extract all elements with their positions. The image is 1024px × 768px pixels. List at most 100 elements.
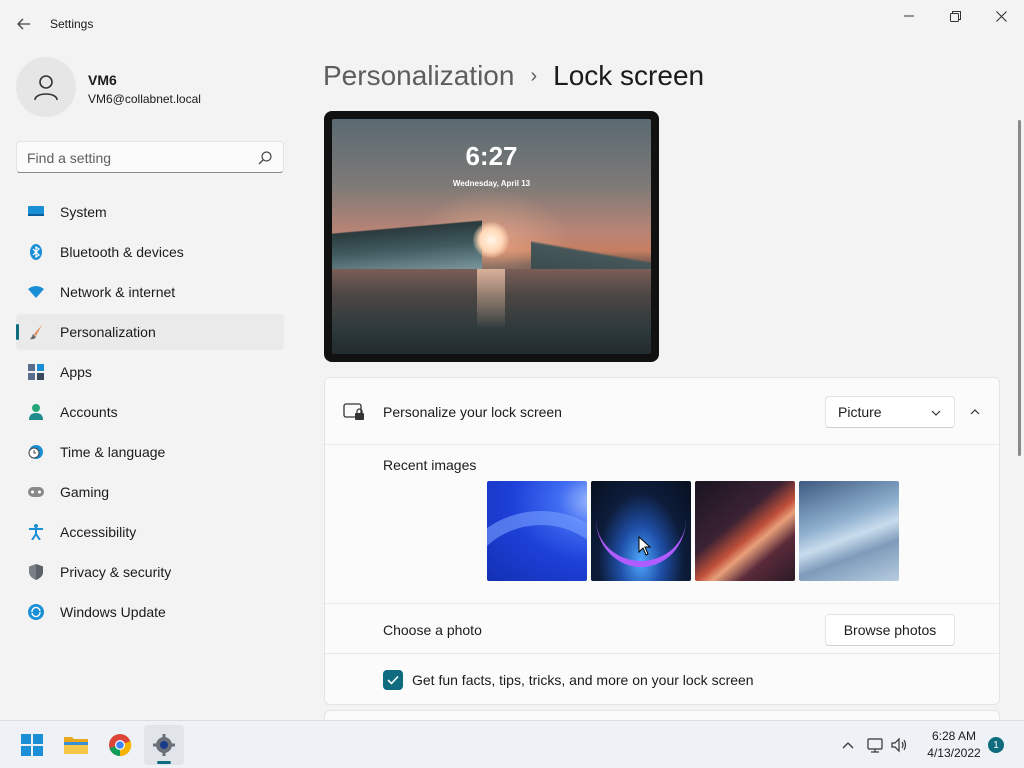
app-title: Settings bbox=[50, 17, 94, 31]
sun-image bbox=[473, 222, 509, 258]
taskbar: 6:28 AM 4/13/2022 1 bbox=[0, 720, 1024, 768]
sidebar-item-label: System bbox=[60, 204, 107, 220]
checkmark-icon bbox=[387, 675, 399, 685]
back-arrow-icon bbox=[17, 18, 30, 30]
chevron-down-icon bbox=[931, 410, 941, 416]
sidebar-item-gaming[interactable]: Gaming bbox=[16, 474, 284, 510]
bluetooth-icon bbox=[28, 244, 44, 260]
preview-date: Wednesday, April 13 bbox=[452, 179, 531, 188]
gamepad-icon bbox=[28, 484, 44, 500]
fun-facts-label[interactable]: Get fun facts, tips, tricks, and more on… bbox=[412, 672, 754, 688]
clock-time[interactable]: 6:28 AM bbox=[920, 729, 988, 743]
user-email: VM6@collabnet.local bbox=[88, 92, 201, 106]
restore-button[interactable] bbox=[932, 0, 978, 32]
breadcrumb-parent[interactable]: Personalization bbox=[323, 60, 514, 92]
shield-icon bbox=[28, 564, 44, 580]
lock-screen-type-dropdown[interactable]: Picture bbox=[825, 396, 955, 428]
user-icon bbox=[34, 75, 58, 101]
file-explorer-button[interactable] bbox=[56, 725, 96, 765]
sidebar-item-label: Windows Update bbox=[60, 604, 166, 620]
close-icon bbox=[995, 10, 1007, 22]
preview-image: 6:27 Wednesday, April 13 bbox=[332, 119, 651, 354]
sidebar-item-personalization[interactable]: Personalization bbox=[16, 314, 284, 350]
start-button[interactable] bbox=[12, 725, 52, 765]
sidebar-item-label: Personalization bbox=[60, 324, 156, 340]
user-name: VM6 bbox=[88, 72, 117, 88]
sidebar-item-time-language[interactable]: Time & language bbox=[16, 434, 284, 470]
recent-images-label: Recent images bbox=[383, 457, 477, 473]
person-icon bbox=[28, 404, 44, 420]
clock-globe-icon bbox=[28, 444, 44, 460]
notification-badge[interactable]: 1 bbox=[988, 737, 1004, 753]
network-icon[interactable] bbox=[866, 735, 886, 755]
update-icon bbox=[28, 604, 44, 620]
windows-logo-icon bbox=[21, 734, 43, 756]
choose-photo-row: Choose a photo Browse photos bbox=[325, 603, 999, 654]
close-button[interactable] bbox=[978, 0, 1024, 32]
minimize-button[interactable] bbox=[886, 0, 932, 32]
sidebar-item-accounts[interactable]: Accounts bbox=[16, 394, 284, 430]
sidebar-nav: System Bluetooth & devices Network & int… bbox=[16, 194, 284, 634]
minimize-icon bbox=[904, 15, 914, 17]
recent-image-4[interactable] bbox=[799, 481, 899, 581]
back-button[interactable] bbox=[12, 10, 36, 38]
personalize-lock-screen-row[interactable]: Personalize your lock screen Picture bbox=[325, 378, 999, 445]
sidebar-item-label: Apps bbox=[60, 364, 92, 380]
mouse-cursor-icon bbox=[638, 536, 652, 556]
sidebar-item-label: Network & internet bbox=[60, 284, 176, 300]
clock-date[interactable]: 4/13/2022 bbox=[920, 746, 988, 760]
avatar[interactable] bbox=[16, 57, 76, 117]
breadcrumb: Personalization › Lock screen bbox=[323, 58, 704, 94]
sidebar-item-accessibility[interactable]: Accessibility bbox=[16, 514, 284, 550]
page-title: Lock screen bbox=[553, 60, 705, 91]
sidebar-item-bluetooth[interactable]: Bluetooth & devices bbox=[16, 234, 284, 270]
title-bar: Settings bbox=[0, 0, 1024, 48]
fun-facts-row: Get fun facts, tips, tricks, and more on… bbox=[325, 654, 999, 704]
sidebar-item-privacy-security[interactable]: Privacy & security bbox=[16, 554, 284, 590]
scrollbar[interactable] bbox=[1018, 120, 1021, 456]
restore-icon bbox=[949, 10, 961, 22]
folder-icon bbox=[64, 737, 88, 754]
volume-icon[interactable] bbox=[890, 735, 910, 755]
apps-icon bbox=[28, 364, 44, 380]
search-box[interactable] bbox=[16, 141, 284, 173]
lock-screen-preview: 6:27 Wednesday, April 13 bbox=[324, 111, 659, 362]
lock-screen-icon bbox=[343, 403, 364, 420]
breadcrumb-separator: › bbox=[530, 64, 538, 87]
choose-photo-label: Choose a photo bbox=[383, 622, 482, 638]
sidebar-item-label: Gaming bbox=[60, 484, 110, 500]
chrome-button[interactable] bbox=[100, 725, 140, 765]
sidebar-item-label: Time & language bbox=[60, 444, 166, 460]
recent-image-3[interactable] bbox=[695, 481, 795, 581]
chevron-up-icon bbox=[842, 742, 854, 749]
sidebar-item-label: Accessibility bbox=[60, 524, 137, 540]
accessibility-icon bbox=[28, 524, 44, 540]
dropdown-value: Picture bbox=[838, 404, 882, 420]
search-icon[interactable] bbox=[257, 150, 273, 166]
preview-time: 6:27 bbox=[465, 141, 518, 171]
personalize-label: Personalize your lock screen bbox=[383, 404, 562, 420]
collapse-button[interactable] bbox=[961, 400, 989, 424]
sidebar-item-system[interactable]: System bbox=[16, 194, 284, 230]
search-input[interactable] bbox=[27, 148, 247, 168]
chrome-icon bbox=[109, 734, 132, 757]
brush-icon bbox=[28, 324, 44, 340]
browse-photos-button[interactable]: Browse photos bbox=[825, 614, 955, 646]
recent-image-2[interactable] bbox=[591, 481, 691, 581]
sidebar-item-network[interactable]: Network & internet bbox=[16, 274, 284, 310]
sidebar-item-label: Privacy & security bbox=[60, 564, 172, 580]
fun-facts-checkbox[interactable] bbox=[383, 670, 403, 690]
gear-icon bbox=[153, 734, 175, 756]
settings-taskbar-button[interactable] bbox=[144, 725, 184, 765]
show-hidden-icons-button[interactable] bbox=[838, 735, 858, 755]
sidebar-item-apps[interactable]: Apps bbox=[16, 354, 284, 390]
wifi-icon bbox=[28, 284, 44, 300]
sidebar-item-windows-update[interactable]: Windows Update bbox=[16, 594, 284, 630]
lock-screen-card: Personalize your lock screen Picture Rec… bbox=[324, 377, 1000, 705]
chevron-up-icon bbox=[970, 409, 980, 415]
system-icon bbox=[28, 204, 44, 220]
recent-image-1[interactable] bbox=[487, 481, 587, 581]
sidebar-item-label: Bluetooth & devices bbox=[60, 244, 184, 260]
sidebar-item-label: Accounts bbox=[60, 404, 118, 420]
recent-images-list bbox=[487, 481, 899, 581]
